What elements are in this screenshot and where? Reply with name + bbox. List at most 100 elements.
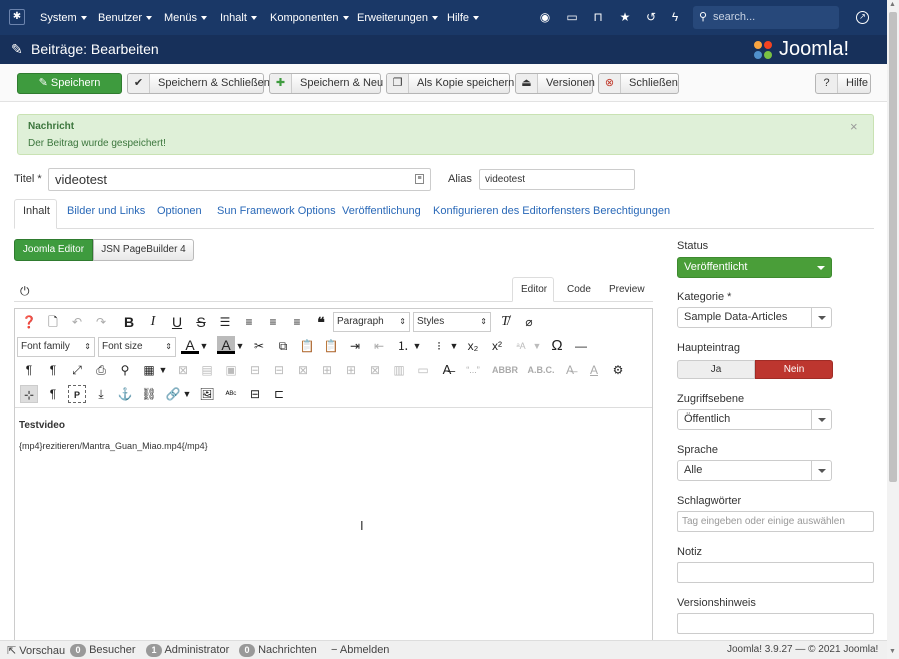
ins-icon[interactable]: A	[585, 361, 603, 379]
pilcrow-ltr-icon[interactable]: ¶	[20, 361, 38, 379]
row-props-icon[interactable]: ▤	[198, 361, 216, 379]
visual-blocks-icon[interactable]: ⊹	[20, 385, 38, 403]
del-icon[interactable]: A̶	[561, 361, 579, 379]
help-button[interactable]: ? Hilfe	[815, 73, 871, 94]
tab-code[interactable]: Code	[567, 284, 591, 295]
strikethrough-icon[interactable]: S	[192, 313, 210, 331]
align-left-icon[interactable]: ≡	[264, 313, 282, 331]
table-icon[interactable]: ▦	[140, 361, 158, 379]
copy-icon[interactable]: ⧉	[274, 337, 292, 355]
save-button[interactable]: ✎ Speichern	[17, 73, 122, 94]
lock-icon[interactable]: ⊓	[591, 10, 605, 24]
new-document-icon[interactable]: 🗋	[44, 313, 62, 331]
tab-images-links[interactable]: Bilder und Links	[67, 205, 145, 217]
tab-editor[interactable]: Editor	[521, 284, 547, 295]
unlink-icon[interactable]: ⛓	[140, 385, 158, 403]
versions-button[interactable]: ⏏ Versionen	[515, 73, 595, 94]
text-size-icon[interactable]: ᵃA	[512, 337, 530, 355]
chevron-down-icon[interactable]: ▼	[199, 337, 209, 355]
insert-col-after-icon[interactable]: ⊞	[342, 361, 360, 379]
page-scrollbar[interactable]: ▲ ▼	[887, 0, 899, 659]
chevron-down-icon[interactable]: ▼	[532, 337, 542, 355]
superscript-icon[interactable]: x²	[488, 337, 506, 355]
underline-icon[interactable]: U	[168, 313, 186, 331]
split-cells-icon[interactable]: ▥	[390, 361, 408, 379]
scroll-up-icon[interactable]: ▲	[889, 1, 896, 8]
font-style-icon[interactable]: A̶	[438, 361, 456, 379]
content-text[interactable]: {mp4}rezitieren/Mantra_Guan_Miao.mp4{/mp…	[19, 441, 208, 451]
chevron-down-icon[interactable]: ▼	[449, 337, 459, 355]
pagebuilder-button[interactable]: JSN PageBuilder 4	[93, 239, 194, 261]
quote-button[interactable]: “...”	[462, 361, 484, 379]
spellcheck-icon[interactable]: ᴬᴮᶜ	[222, 385, 240, 403]
template-icon[interactable]: ⊏	[270, 385, 288, 403]
tab-content[interactable]: Inhalt	[23, 205, 50, 217]
insert-row-before-icon[interactable]: ⊟	[246, 361, 264, 379]
highlight-color-icon[interactable]: A	[217, 336, 235, 354]
horizontal-rule-icon[interactable]: —	[572, 337, 590, 355]
menu-menus[interactable]: Menüs	[164, 0, 208, 35]
styles-select[interactable]: Styles ⇕	[413, 312, 491, 332]
indent-icon[interactable]: ⇥	[346, 337, 364, 355]
save-new-button[interactable]: ✚ Speichern & Neu	[269, 73, 383, 94]
note-input[interactable]	[677, 562, 874, 583]
bold-icon[interactable]: B	[120, 313, 138, 331]
scroll-down-icon[interactable]: ▼	[889, 648, 896, 655]
eye-icon[interactable]: ◉	[538, 10, 552, 24]
lightning-icon[interactable]: ϟ	[668, 10, 682, 24]
omega-icon[interactable]: Ω	[548, 337, 566, 355]
clear-format-icon[interactable]: T̸	[496, 313, 514, 331]
page-break-icon[interactable]: ⊟	[246, 385, 264, 403]
menu-system[interactable]: System	[40, 0, 87, 35]
upload-icon[interactable]: ⤓	[92, 385, 110, 403]
alias-input[interactable]: videotest	[479, 169, 635, 190]
category-select[interactable]: Sample Data-Articles	[677, 307, 832, 328]
tab-sun-framework[interactable]: Sun Framework Options	[217, 205, 336, 217]
abbr-button[interactable]: ABBR	[491, 361, 519, 379]
delete-row-icon[interactable]: ⊠	[294, 361, 312, 379]
undo-icon[interactable]: ↶	[68, 313, 86, 331]
save-copy-button[interactable]: ❐ Als Kopie speichern	[386, 73, 514, 94]
chevron-down-icon[interactable]: ▼	[182, 385, 192, 403]
paste-text-icon[interactable]: 📋	[322, 337, 340, 355]
status-select[interactable]: Veröffentlicht	[677, 257, 832, 278]
tab-preview[interactable]: Preview	[609, 284, 645, 295]
redo-icon[interactable]: ↷	[92, 313, 110, 331]
unordered-list-icon[interactable]: ⁝	[430, 337, 448, 355]
text-color-icon[interactable]: A	[181, 336, 199, 354]
help-icon[interactable]: ❓	[20, 313, 38, 331]
power-icon[interactable]: ⏻	[20, 284, 30, 299]
tab-permissions[interactable]: Berechtigungen	[593, 205, 670, 217]
language-select[interactable]: Alle	[677, 460, 832, 481]
italic-icon[interactable]: I	[144, 313, 162, 331]
tab-editor-config[interactable]: Konfigurieren des Editorfensters	[433, 205, 590, 217]
subscript-icon[interactable]: x₂	[464, 337, 482, 355]
show-chars-icon[interactable]: ¶	[44, 385, 62, 403]
messages-indicator[interactable]: 0 Nachrichten	[239, 644, 317, 657]
preview-link[interactable]: ⇱ Vorschau	[7, 644, 65, 657]
delete-table-icon[interactable]: ⊠	[174, 361, 192, 379]
link-icon[interactable]: 🔗	[164, 385, 182, 403]
chevron-down-icon[interactable]: ▼	[235, 337, 245, 355]
menu-components[interactable]: Komponenten	[270, 0, 349, 35]
gear-icon[interactable]: ⚙	[609, 361, 627, 379]
outdent-icon[interactable]: ⇤	[370, 337, 388, 355]
cut-icon[interactable]: ✂	[250, 337, 268, 355]
ordered-list-icon[interactable]: ⒈	[394, 337, 412, 355]
close-button[interactable]: ⊗ Schließen	[598, 73, 679, 94]
paragraph-select[interactable]: Paragraph ⇕	[333, 312, 410, 332]
save-close-button[interactable]: ✔ Speichern & Schließen	[127, 73, 270, 94]
message-close-button[interactable]: ×	[850, 119, 858, 134]
menu-users[interactable]: Benutzer	[98, 0, 153, 35]
cell-props-icon[interactable]: ▣	[222, 361, 240, 379]
star-icon[interactable]: ★	[618, 10, 632, 24]
pilcrow-rtl-icon[interactable]: ¶	[44, 361, 62, 379]
tab-options[interactable]: Optionen	[157, 205, 202, 217]
merge-cells-icon[interactable]: ▭	[414, 361, 432, 379]
paste-icon[interactable]: 📋	[298, 337, 316, 355]
anchor-icon[interactable]: ⚓	[116, 385, 134, 403]
logout-link[interactable]: − Abmelden	[331, 644, 389, 656]
acronym-button[interactable]: A.B.C.	[526, 361, 556, 379]
align-justify-icon[interactable]: ☰	[216, 313, 234, 331]
joomla-editor-button[interactable]: Joomla Editor	[14, 239, 93, 261]
